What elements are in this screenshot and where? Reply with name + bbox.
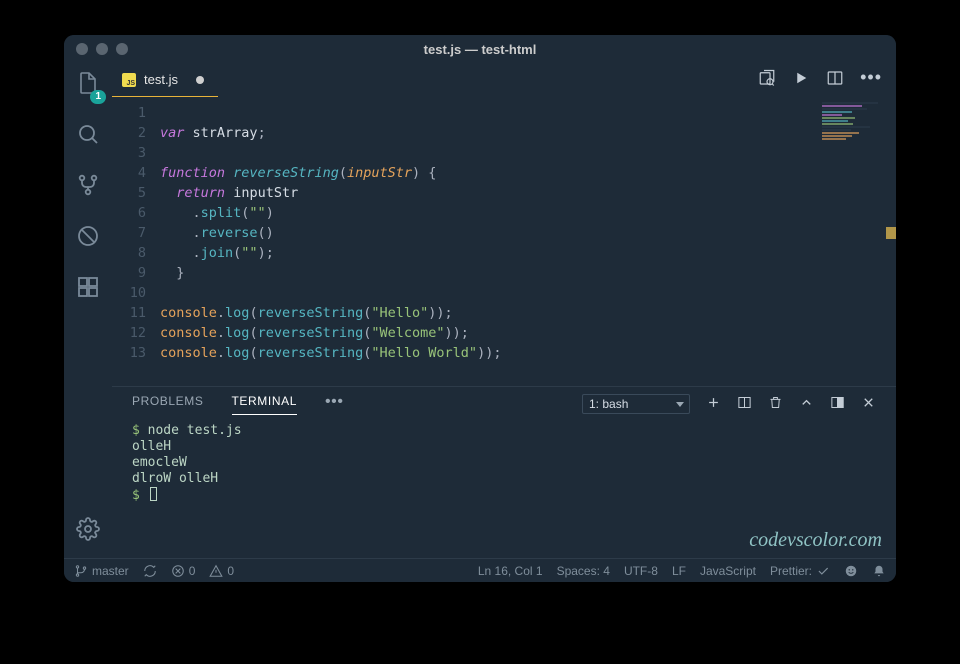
warnings-count[interactable]: 0 (209, 564, 234, 578)
code-line[interactable]: function reverseString(inputStr) { (160, 163, 896, 183)
line-number: 11 (112, 303, 146, 323)
code-editor[interactable]: 12345678910111213 var strArray;function … (112, 97, 896, 386)
code-line[interactable]: .join(""); (160, 243, 896, 263)
watermark: codevscolor.com (749, 529, 882, 552)
explorer-icon[interactable]: 1 (76, 71, 100, 100)
window-body: 1 test.js (64, 63, 896, 558)
code-line[interactable]: console.log(reverseString("Welcome")); (160, 323, 896, 343)
editor-group: test.js ••• 12345678910111213 var strArr… (112, 63, 896, 558)
code-line[interactable] (160, 283, 896, 303)
code-line[interactable]: .reverse() (160, 223, 896, 243)
js-file-icon (122, 73, 136, 87)
code-line[interactable]: console.log(reverseString("Hello")); (160, 303, 896, 323)
panel-tabs: PROBLEMS TERMINAL ••• 1: bash (112, 387, 896, 421)
sync-icon[interactable] (143, 564, 157, 578)
line-number: 12 (112, 323, 146, 343)
maximize-panel-icon[interactable] (830, 395, 845, 413)
close-panel-icon[interactable] (861, 395, 876, 413)
editor-actions: ••• (758, 63, 896, 97)
line-number: 6 (112, 203, 146, 223)
debug-icon[interactable] (76, 224, 100, 253)
panel-more-icon[interactable]: ••• (325, 393, 344, 411)
bottom-panel: PROBLEMS TERMINAL ••• 1: bash (112, 386, 896, 558)
status-bar: master 0 0 Ln 16, Col 1 Spaces: 4 UTF-8 … (64, 558, 896, 582)
line-number: 2 (112, 123, 146, 143)
split-terminal-icon[interactable] (737, 395, 752, 413)
tab-terminal[interactable]: TERMINAL (232, 394, 297, 415)
code-line[interactable]: var strArray; (160, 123, 896, 143)
activity-bar: 1 (64, 63, 112, 558)
code-line[interactable]: .split("") (160, 203, 896, 223)
code-line[interactable] (160, 103, 896, 123)
language-mode[interactable]: JavaScript (700, 564, 756, 578)
dirty-indicator-icon (196, 76, 204, 84)
line-number: 10 (112, 283, 146, 303)
diff-icon[interactable] (758, 69, 776, 92)
terminal-select[interactable]: 1: bash (582, 394, 690, 414)
run-icon[interactable] (792, 69, 810, 92)
titlebar: test.js — test-html (64, 35, 896, 63)
terminal-line: $ (132, 487, 876, 504)
tab-bar: test.js ••• (112, 63, 896, 97)
terminal-line: $ node test.js (132, 423, 876, 439)
code-line[interactable]: console.log(reverseString("Hello World")… (160, 343, 896, 363)
tab-label: test.js (144, 72, 178, 87)
explorer-badge: 1 (90, 90, 106, 104)
encoding[interactable]: UTF-8 (624, 564, 658, 578)
line-gutter: 12345678910111213 (112, 97, 160, 386)
bell-icon[interactable] (872, 564, 886, 578)
line-number: 7 (112, 223, 146, 243)
errors-count[interactable]: 0 (171, 564, 196, 578)
chevron-up-icon[interactable] (799, 395, 814, 413)
git-branch[interactable]: master (74, 564, 129, 578)
feedback-icon[interactable] (844, 564, 858, 578)
line-number: 3 (112, 143, 146, 163)
line-number: 8 (112, 243, 146, 263)
terminal-line: emocleW (132, 455, 876, 471)
new-terminal-icon[interactable] (706, 395, 721, 413)
eol[interactable]: LF (672, 564, 686, 578)
extensions-icon[interactable] (76, 275, 100, 304)
code-line[interactable]: return inputStr (160, 183, 896, 203)
window-title: test.js — test-html (64, 42, 896, 57)
kill-terminal-icon[interactable] (768, 395, 783, 413)
line-number: 9 (112, 263, 146, 283)
tab-problems[interactable]: PROBLEMS (132, 394, 204, 414)
settings-gear-icon[interactable] (76, 517, 100, 546)
scroll-marker[interactable] (886, 227, 896, 239)
vscode-window: test.js — test-html 1 (64, 35, 896, 582)
line-number: 5 (112, 183, 146, 203)
code-area[interactable]: var strArray; function reverseString(inpu… (160, 97, 896, 386)
code-line[interactable] (160, 143, 896, 163)
code-line[interactable]: } (160, 263, 896, 283)
terminal-selector[interactable]: 1: bash (582, 394, 690, 414)
source-control-icon[interactable] (76, 173, 100, 202)
line-number: 13 (112, 343, 146, 363)
line-number: 1 (112, 103, 146, 123)
tab-test-js[interactable]: test.js (112, 63, 218, 97)
more-actions-icon[interactable]: ••• (860, 67, 882, 88)
line-number: 4 (112, 163, 146, 183)
search-icon[interactable] (76, 122, 100, 151)
cursor-position[interactable]: Ln 16, Col 1 (478, 564, 543, 578)
split-editor-icon[interactable] (826, 69, 844, 92)
terminal-line: olleH (132, 439, 876, 455)
terminal-line: dlroW olleH (132, 471, 876, 487)
prettier-status[interactable]: Prettier: (770, 564, 830, 578)
indent[interactable]: Spaces: 4 (557, 564, 610, 578)
